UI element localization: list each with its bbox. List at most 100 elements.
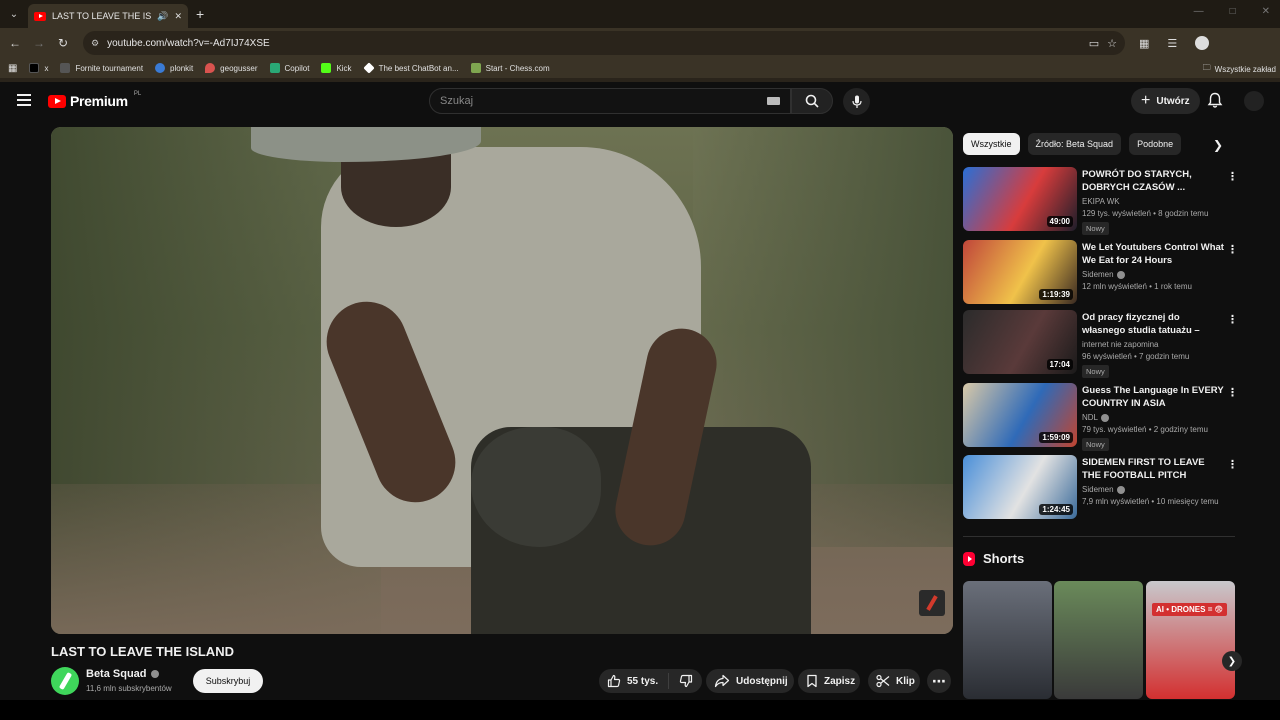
bookmark-chess[interactable]: Start - Chess.com xyxy=(470,63,550,73)
window-controls: — □ ✕ xyxy=(1194,6,1270,17)
more-vertical-icon[interactable]: ⋮ xyxy=(1227,386,1238,399)
forward-icon[interactable]: → xyxy=(27,36,51,50)
menu-icon[interactable] xyxy=(17,94,31,106)
recommended-video[interactable]: 49:00 POWRÓT DO STARYCH, DOBRYCH CZASÓW .… xyxy=(963,167,1238,235)
keyboard-icon[interactable] xyxy=(767,97,780,105)
video-meta: 12 mln wyświetleń • 1 rok temu xyxy=(1082,282,1192,291)
minimize-icon[interactable]: — xyxy=(1194,6,1204,17)
video-rock xyxy=(471,427,601,547)
voice-search-button[interactable] xyxy=(843,88,870,115)
logo-text: Premium xyxy=(70,93,128,109)
tab-list-chevron-icon[interactable]: ⌄ xyxy=(4,4,24,24)
video-title[interactable]: We Let Youtubers Control What We Eat for… xyxy=(1082,241,1224,267)
video-title: LAST TO LEAVE THE ISLAND xyxy=(51,644,234,659)
recommended-video[interactable]: 1:59:09 Guess The Language In EVERY COUNT… xyxy=(963,383,1238,451)
channel-name[interactable]: Beta Squad xyxy=(86,668,159,680)
close-tab-icon[interactable]: ✕ xyxy=(174,11,182,22)
video-thumbnail[interactable]: 49:00 xyxy=(963,167,1077,231)
url-field[interactable]: ⚙ youtube.com/watch?v=-Ad7IJ74XSE ▭ ☆ xyxy=(83,31,1125,55)
subscriber-count: 11,6 mln subskrybentów xyxy=(86,684,172,693)
like-button[interactable]: 55 tys. xyxy=(599,673,669,689)
notifications-button[interactable] xyxy=(1207,92,1223,114)
short-thumbnail[interactable] xyxy=(963,581,1052,699)
more-actions-button[interactable]: ⋯ xyxy=(927,669,951,693)
create-button[interactable]: + Utwórz xyxy=(1131,88,1200,114)
extensions-icon[interactable]: ▦ xyxy=(1139,37,1149,50)
video-duration: 17:04 xyxy=(1046,359,1073,370)
video-thumbnail[interactable]: 1:19:39 xyxy=(963,240,1077,304)
channel-name[interactable]: Sidemen xyxy=(1082,270,1224,279)
video-title[interactable]: Od pracy fizycznej do własnego studia ta… xyxy=(1082,311,1224,337)
thumbs-down-icon xyxy=(679,674,692,688)
more-vertical-icon[interactable]: ⋮ xyxy=(1227,458,1238,471)
channel-name[interactable]: Sidemen xyxy=(1082,485,1224,494)
all-bookmarks-folder[interactable]: 🗀 Wszystkie zakład xyxy=(1203,62,1276,76)
channel-watermark-icon[interactable] xyxy=(919,590,945,616)
chip-all[interactable]: Wszystkie xyxy=(963,133,1020,155)
chevron-right-icon[interactable]: ❯ xyxy=(1209,136,1227,154)
more-vertical-icon[interactable]: ⋮ xyxy=(1227,243,1238,256)
bookmark-chatbot[interactable]: The best ChatBot an... xyxy=(362,62,459,74)
youtube-premium-logo[interactable]: Premium PL xyxy=(48,91,141,109)
shorts-icon xyxy=(963,551,975,566)
video-duration: 49:00 xyxy=(1046,216,1073,227)
subscribe-button[interactable]: Subskrybuj xyxy=(193,669,263,693)
site-info-icon[interactable]: ⚙ xyxy=(91,38,99,49)
bookmark-star-icon[interactable]: ☆ xyxy=(1107,37,1117,50)
bookmark-x[interactable]: x xyxy=(29,63,48,73)
video-thumbnail[interactable]: 1:24:45 xyxy=(963,455,1077,519)
video-meta: 79 tys. wyświetleń • 2 godziny temu xyxy=(1082,425,1208,434)
close-window-icon[interactable]: ✕ xyxy=(1262,6,1270,17)
video-thumbnail[interactable]: 1:59:09 xyxy=(963,383,1077,447)
new-tab-button[interactable]: + xyxy=(196,6,204,22)
browser-tab[interactable]: LAST TO LEAVE THE ISLAND 🔊 ✕ xyxy=(28,4,188,28)
recommended-video[interactable]: 1:24:45 SIDEMEN FIRST TO LEAVE THE FOOTBA… xyxy=(963,455,1238,521)
video-player[interactable] xyxy=(51,127,953,634)
youtube-favicon-icon xyxy=(34,11,46,21)
save-button[interactable]: Zapisz xyxy=(798,669,860,693)
more-vertical-icon[interactable]: ⋮ xyxy=(1227,170,1238,183)
channel-name[interactable]: EKIPA WK xyxy=(1082,197,1224,206)
bookmark-fortnite[interactable]: Fornite tournament xyxy=(60,63,143,73)
user-avatar[interactable] xyxy=(1244,91,1264,111)
x-logo-icon xyxy=(29,63,40,73)
speaker-icon[interactable]: 🔊 xyxy=(157,11,168,22)
media-icon[interactable]: ☰ xyxy=(1167,37,1177,50)
share-button[interactable]: Udostępnij xyxy=(706,669,794,693)
video-thumbnail[interactable]: 17:04 xyxy=(963,310,1077,374)
plus-icon: + xyxy=(1141,92,1151,109)
maximize-icon[interactable]: □ xyxy=(1230,6,1236,17)
channel-avatar[interactable] xyxy=(51,667,79,695)
bookmark-plonkit[interactable]: plonkit xyxy=(155,63,193,73)
back-icon[interactable]: ← xyxy=(3,36,27,50)
search-input[interactable] xyxy=(440,95,767,107)
apps-grid-icon[interactable]: ▦ xyxy=(8,63,17,74)
all-bookmarks-label: Wszystkie zakład xyxy=(1214,64,1276,74)
short-thumbnail[interactable] xyxy=(1054,581,1143,699)
search-button[interactable] xyxy=(791,88,833,114)
profile-avatar-icon[interactable] xyxy=(1195,36,1210,50)
bookmark-kick[interactable]: Kick xyxy=(321,63,352,73)
video-title[interactable]: Guess The Language In EVERY COUNTRY IN A… xyxy=(1082,384,1224,410)
channel-name[interactable]: NDL xyxy=(1082,413,1224,422)
reload-icon[interactable]: ↻ xyxy=(51,36,75,50)
dislike-button[interactable] xyxy=(669,674,702,688)
video-title[interactable]: SIDEMEN FIRST TO LEAVE THE FOOTBALL PITC… xyxy=(1082,456,1224,482)
recommended-video[interactable]: 1:19:39 We Let Youtubers Control What We … xyxy=(963,240,1238,306)
video-meta: 129 tys. wyświetleń • 8 godzin temu xyxy=(1082,209,1209,218)
video-title[interactable]: POWRÓT DO STARYCH, DOBRYCH CZASÓW ... xyxy=(1082,168,1224,194)
more-vertical-icon[interactable]: ⋮ xyxy=(1227,313,1238,326)
recommended-video[interactable]: 17:04 Od pracy fizycznej do własnego stud… xyxy=(963,310,1238,378)
cast-icon[interactable]: ▭ xyxy=(1089,37,1099,50)
clip-button[interactable]: Klip xyxy=(868,669,920,693)
bookmark-copilot[interactable]: Copilot xyxy=(269,63,309,73)
chip-source[interactable]: Źródło: Beta Squad xyxy=(1027,133,1122,155)
bookmark-geogusser[interactable]: geogusser xyxy=(205,63,258,73)
bottom-bar xyxy=(0,700,1280,720)
channel-name-text: EKIPA WK xyxy=(1082,197,1120,206)
bookmark-label: plonkit xyxy=(170,63,194,73)
shorts-next-button[interactable]: ❯ xyxy=(1222,651,1242,671)
channel-name[interactable]: internet nie zapomina xyxy=(1082,340,1224,349)
short-thumbnail[interactable]: AI • DRONES = 😨 xyxy=(1146,581,1235,699)
chip-related[interactable]: Podobne xyxy=(1129,133,1182,155)
